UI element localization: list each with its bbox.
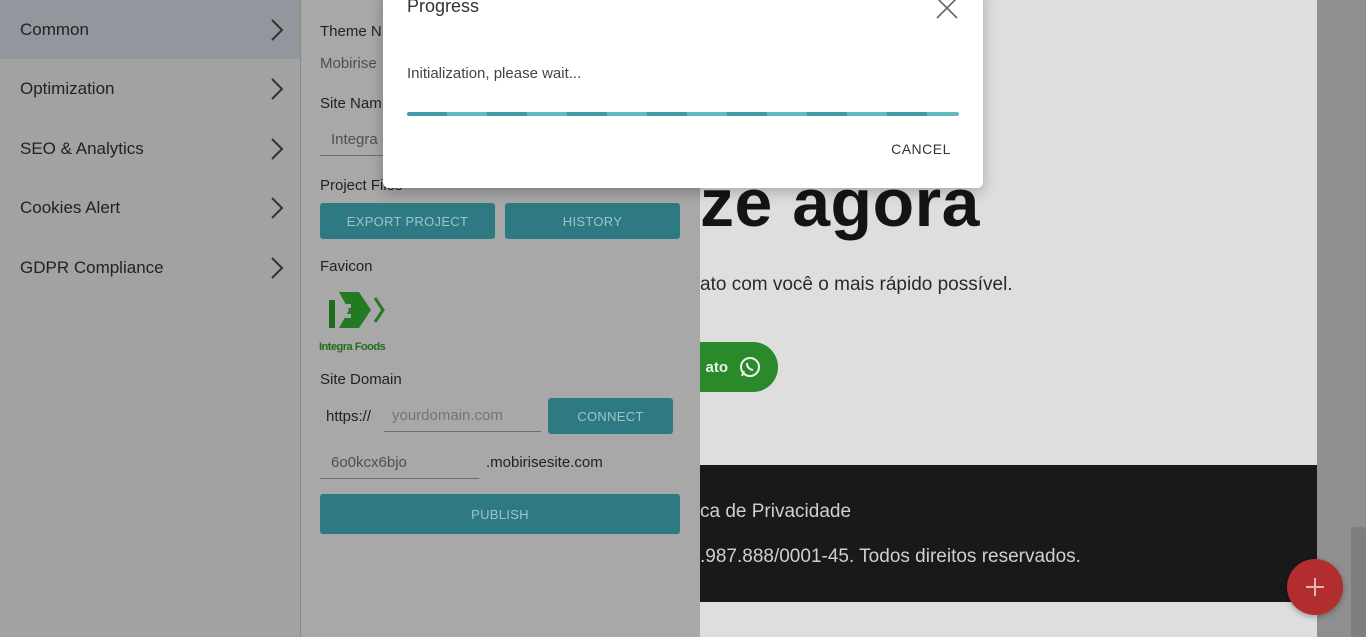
site-domain-label: Site Domain	[320, 371, 402, 388]
menu-item-cookies-alert[interactable]: Cookies Alert	[0, 178, 300, 237]
add-block-button[interactable]	[1287, 559, 1343, 615]
connect-button[interactable]: CONNECT	[548, 398, 673, 434]
site-name-input[interactable]: Integra	[331, 131, 378, 148]
site-footer: ca de Privacidade .987.888/0001-45. Todo…	[700, 465, 1317, 602]
dialog-title: Progress	[407, 0, 480, 16]
scrollbar[interactable]	[1351, 527, 1366, 637]
domain-input[interactable]	[384, 400, 541, 432]
settings-menu: Common Optimization SEO & Analytics Cook…	[0, 0, 301, 637]
privacy-policy-link[interactable]: ca de Privacidade	[700, 501, 851, 523]
hero-subtitle: ato com você o mais rápido possível.	[700, 274, 1013, 295]
menu-item-label: Cookies Alert	[20, 197, 121, 217]
subdomain-suffix: .mobirisesite.com	[486, 454, 603, 471]
favicon-logo[interactable]: Integra Foods	[319, 290, 391, 353]
progress-dialog: Progress Initialization, please wait... …	[383, 0, 983, 188]
menu-item-optimization[interactable]: Optimization	[0, 59, 300, 118]
chevron-right-icon	[271, 19, 284, 41]
subdomain-input[interactable]: 6o0kcx6bjo	[331, 454, 407, 471]
logo-text: Integra Foods	[319, 341, 386, 353]
publish-button[interactable]: PUBLISH	[320, 494, 680, 534]
export-project-button[interactable]: EXPORT PROJECT	[320, 203, 495, 239]
menu-item-gdpr-compliance[interactable]: GDPR Compliance	[0, 238, 300, 297]
theme-name-label: Theme N	[320, 23, 382, 40]
chevron-right-icon	[271, 197, 284, 219]
subdomain-underline	[320, 478, 479, 479]
chevron-right-icon	[271, 138, 284, 160]
menu-item-common[interactable]: Common	[0, 0, 300, 59]
whatsapp-button-label: ato	[705, 358, 729, 376]
https-prefix: https://	[326, 408, 372, 425]
dialog-message: Initialization, please wait...	[407, 65, 582, 82]
progress-bar	[407, 112, 959, 116]
chevron-right-icon	[271, 78, 284, 100]
chevron-right-icon	[271, 257, 284, 279]
cancel-button[interactable]: CANCEL	[883, 141, 959, 163]
plus-icon	[1306, 578, 1324, 596]
copyright-text: .987.888/0001-45. Todos direitos reserva…	[700, 546, 1081, 567]
menu-item-label: Common	[20, 19, 89, 39]
menu-item-seo-analytics[interactable]: SEO & Analytics	[0, 119, 300, 178]
whatsapp-icon	[740, 357, 760, 377]
close-icon[interactable]	[935, 0, 959, 20]
menu-item-label: GDPR Compliance	[20, 257, 164, 277]
menu-item-label: Optimization	[20, 78, 115, 98]
site-name-underline	[320, 155, 390, 156]
favicon-label: Favicon	[320, 258, 373, 275]
menu-item-label: SEO & Analytics	[20, 138, 144, 158]
site-name-label: Site Nam	[320, 95, 382, 112]
theme-name-value: Mobirise	[320, 55, 377, 72]
history-button[interactable]: HISTORY	[505, 203, 680, 239]
integra-foods-logo-icon	[329, 292, 385, 328]
